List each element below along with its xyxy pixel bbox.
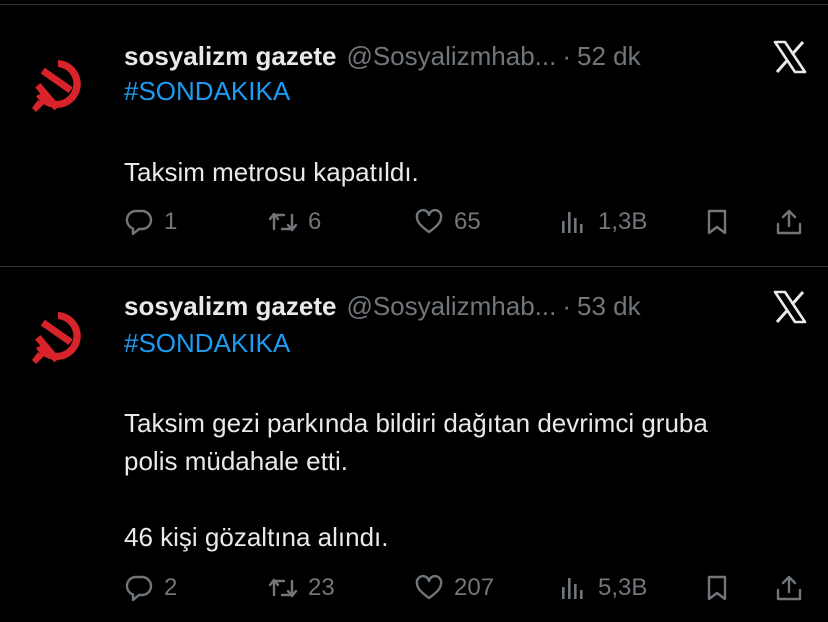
author-handle[interactable]: @Sosyalizmhab...: [346, 291, 556, 322]
tweet-header: sosyalizm gazete @Sosyalizmhab... · 52 d…: [124, 38, 641, 74]
retweet-button[interactable]: 23: [268, 570, 335, 606]
views-icon: [562, 212, 583, 233]
share-button[interactable]: [774, 204, 804, 240]
views-icon: [562, 578, 583, 599]
reply-icon: [125, 209, 153, 236]
retweet-icon: [268, 212, 298, 232]
hammer-and-sickle-icon: [32, 60, 81, 112]
bookmark-button[interactable]: [702, 204, 732, 240]
view-count: 5,3B: [598, 574, 648, 601]
author-handle[interactable]: @Sosyalizmhab...: [346, 41, 556, 72]
heart-icon: [415, 208, 443, 234]
retweet-count: 23: [308, 574, 335, 601]
like-button[interactable]: 207: [414, 570, 494, 606]
reply-button[interactable]: 2: [124, 570, 177, 606]
bookmark-icon: [707, 575, 727, 601]
separator-dot: ·: [562, 40, 572, 71]
retweet-button[interactable]: 6: [268, 204, 321, 240]
tweet-text-line: Taksim metrosu kapatıldı.: [124, 157, 419, 187]
action-bar: 1 6 65 1,3B: [124, 204, 814, 240]
retweet-icon: [268, 578, 298, 598]
tweet-card[interactable]: sosyalizm gazete @Sosyalizmhab... · 53 d…: [0, 288, 828, 618]
bookmark-button[interactable]: [702, 570, 732, 606]
x-logo-icon: [772, 40, 808, 74]
avatar[interactable]: [18, 46, 98, 126]
views-button[interactable]: 1,3B: [558, 204, 647, 240]
timestamp[interactable]: 52 dk: [577, 41, 641, 72]
separator-dot: ·: [562, 290, 572, 321]
retweet-count: 6: [308, 208, 322, 235]
x-logo-icon: [772, 290, 808, 324]
heart-icon: [415, 574, 443, 600]
share-icon: [776, 575, 802, 601]
tweet-header: sosyalizm gazete @Sosyalizmhab... · 53 d…: [124, 288, 641, 324]
action-bar: 2 23 207 5,3B: [124, 570, 814, 606]
reply-icon: [125, 575, 153, 602]
divider: [0, 266, 828, 267]
hashtag-link[interactable]: #SONDAKIKA: [124, 76, 290, 107]
tweet-text: Taksim metrosu kapatıldı.: [124, 153, 814, 191]
reply-button[interactable]: 1: [124, 204, 177, 240]
hashtag-link[interactable]: #SONDAKIKA: [124, 328, 290, 359]
hammer-and-sickle-icon: [32, 312, 81, 364]
like-count: 65: [454, 208, 481, 235]
tweet-text-line: polis müdahale etti.: [124, 446, 349, 476]
tweet-text-line: 46 kişi gözaltına alındı.: [124, 522, 389, 552]
reply-count: 2: [164, 574, 178, 601]
timestamp[interactable]: 53 dk: [577, 291, 641, 322]
author-name[interactable]: sosyalizm gazete: [124, 291, 336, 322]
views-button[interactable]: 5,3B: [558, 570, 647, 606]
share-icon: [776, 209, 802, 235]
reply-count: 1: [164, 208, 178, 235]
tweet-text: Taksim gezi parkında bildiri dağıtan dev…: [124, 404, 814, 556]
tweet-card[interactable]: sosyalizm gazete @Sosyalizmhab... · 52 d…: [0, 38, 828, 258]
tweet-feed: sosyalizm gazete @Sosyalizmhab... · 52 d…: [0, 0, 828, 622]
tweet-text-line: Taksim gezi parkında bildiri dağıtan dev…: [124, 408, 708, 438]
bookmark-icon: [707, 209, 727, 235]
author-name[interactable]: sosyalizm gazete: [124, 41, 336, 72]
divider: [0, 4, 828, 5]
avatar[interactable]: [18, 298, 98, 378]
like-count: 207: [454, 574, 495, 601]
like-button[interactable]: 65: [414, 204, 481, 240]
view-count: 1,3B: [598, 208, 648, 235]
share-button[interactable]: [774, 570, 804, 606]
